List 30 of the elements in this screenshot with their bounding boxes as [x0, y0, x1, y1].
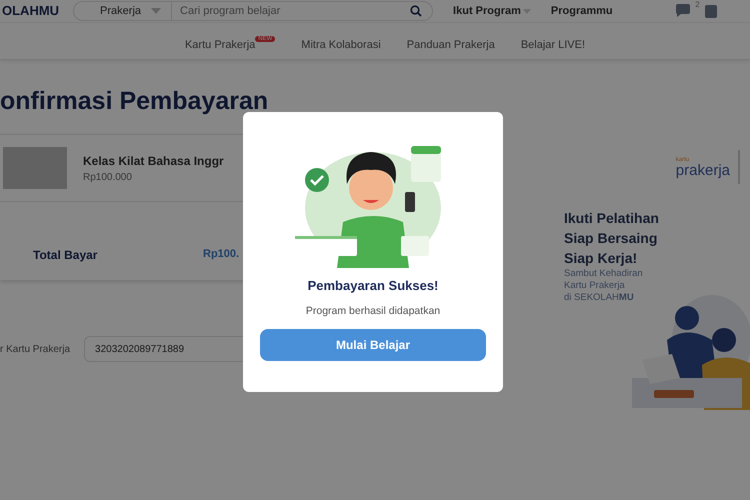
nav-link[interactable]: Belajar LIVE! — [520, 39, 586, 51]
site-logo[interactable]: OLAHMU — [0, 2, 62, 20]
banner-subtext: di SEKOLAHMU — [563, 292, 635, 304]
dialog-title: Pembayaran Sukses! — [308, 278, 438, 293]
banner-subtext: Kartu Prakerja — [563, 280, 626, 292]
nav-link[interactable]: Mitra Kolaborasi — [301, 39, 381, 51]
page-title: onfirmasi Pembayaran — [0, 86, 270, 116]
chat-icon[interactable] — [674, 4, 693, 18]
banner-headline: Siap Kerja! — [563, 249, 638, 268]
notification-count: 2 — [695, 0, 700, 9]
banner-headline: Siap Bersaing — [563, 229, 658, 248]
photo-placeholder — [3, 147, 67, 189]
search-field[interactable]: Prakerja Cari program belajar — [73, 1, 434, 21]
banner-subtext: Sambut Kehadiran — [563, 268, 644, 280]
caret-icon — [151, 8, 162, 14]
dialog-message: Program berhasil didapatkan — [306, 305, 440, 317]
total-label: Total Bayar — [33, 248, 98, 262]
nav-link[interactable]: Programmu — [550, 5, 613, 17]
nav-link[interactable]: Ikut Program — [453, 5, 531, 17]
total-amount: Rp100. — [203, 248, 240, 262]
course-name: Kelas Kilat Bahasa Inggr — [83, 154, 224, 168]
start-learning-button[interactable]: Mulai Belajar — [260, 329, 486, 361]
field-label: r Kartu Prakerja — [0, 344, 70, 354]
nav-link[interactable]: Kartu Prakerja — [184, 39, 256, 51]
banner-headline: Ikuti Pelatihan — [563, 209, 660, 228]
category-dropdown[interactable]: Prakerja — [74, 2, 172, 20]
course-price: Rp100.000 — [83, 172, 133, 182]
nav-link[interactable]: Panduan Prakerja — [406, 39, 495, 51]
search-icon[interactable] — [410, 5, 422, 17]
caret-icon — [522, 8, 531, 14]
